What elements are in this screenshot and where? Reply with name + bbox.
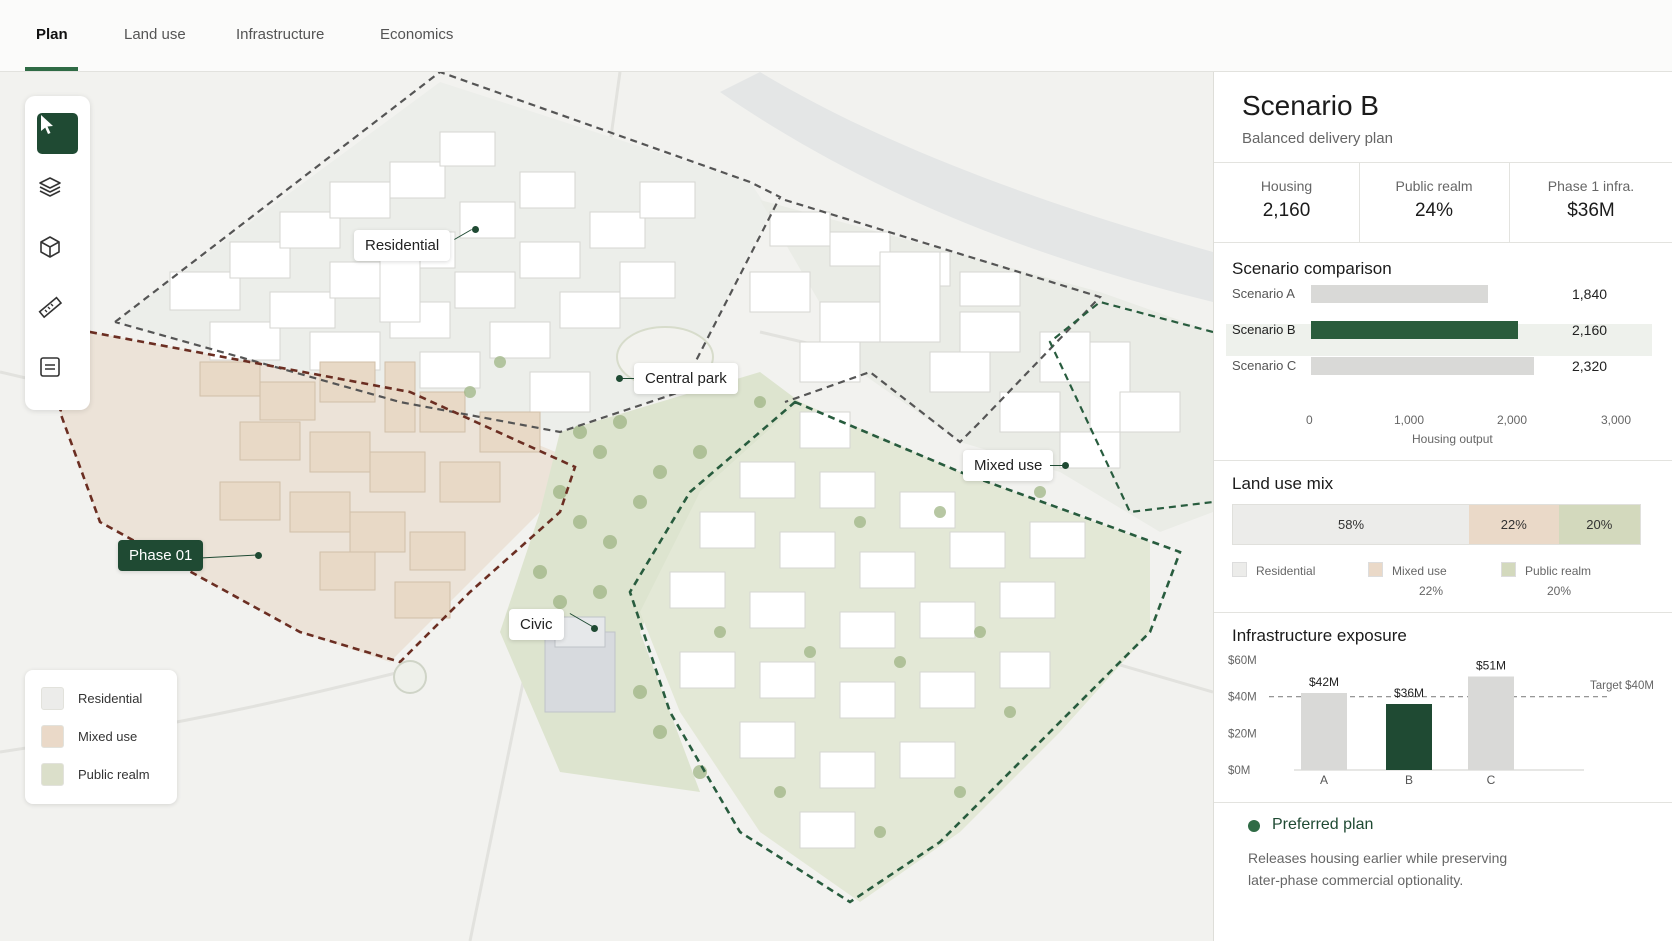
mixed-use-marker[interactable] [1062, 462, 1069, 469]
residential-swatch [1232, 562, 1247, 577]
layers-icon [39, 177, 61, 197]
land-use-segment-residential[interactable]: 58% [1233, 505, 1470, 544]
kpi-housing: Housing 2,160 [1214, 178, 1359, 222]
public-realm-swatch [41, 762, 64, 786]
comparison-row-label[interactable]: Scenario C [1232, 358, 1296, 373]
residential-label[interactable]: Residential [354, 230, 451, 261]
list-icon [40, 357, 60, 377]
infra-category-label: A [1320, 773, 1328, 787]
central-park-label[interactable]: Central park [634, 363, 738, 394]
phase-01-label[interactable]: Phase 01 [118, 540, 204, 571]
comparison-bar-b[interactable] [1311, 321, 1519, 339]
tab-infrastructure[interactable]: Infrastructure [236, 26, 324, 43]
preferred-status-dot [1248, 820, 1260, 832]
land-use-stacked-bar[interactable]: 58% 22% 20% [1232, 504, 1641, 545]
comparison-value: 1,840 [1572, 286, 1608, 302]
land-use-legend-label: Residential [1256, 564, 1316, 578]
comparison-value: 2,320 [1572, 358, 1608, 374]
axis-tick: 0 [1306, 413, 1313, 427]
kpi-label: Housing [1260, 178, 1313, 194]
preferred-plan-title: Preferred plan [1272, 816, 1374, 833]
axis-label: Housing output [1412, 432, 1493, 446]
land-use-legend-sub: 22% [1419, 584, 1444, 598]
scenario-comparison-title: Scenario comparison [1232, 259, 1392, 278]
scenario-subtitle: Balanced delivery plan [1242, 130, 1393, 147]
pointer-tool-button[interactable] [37, 113, 78, 154]
kpi-value: 2,160 [1262, 200, 1311, 221]
y-tick-label: $60M [1228, 655, 1257, 667]
legend-label: Residential [78, 690, 143, 706]
kpi-value: 24% [1414, 200, 1454, 221]
preferred-plan-text-line1: Releases housing earlier while preservin… [1248, 850, 1508, 866]
cube-icon [40, 236, 60, 258]
legend-label: Public realm [78, 766, 150, 782]
land-use-legend-sub: 20% [1547, 584, 1572, 598]
y-tick-label: $40M [1228, 692, 1257, 704]
residential-swatch [41, 686, 64, 710]
infra-bar-a[interactable] [1301, 693, 1347, 770]
measure-tool-button[interactable] [37, 294, 78, 335]
kpi-label: Public realm [1395, 178, 1473, 194]
civic-marker[interactable] [591, 625, 598, 632]
map-canvas[interactable] [0, 72, 1213, 941]
legend-item-mixed-use: Mixed use [41, 724, 137, 748]
axis-tick: 2,000 [1497, 413, 1528, 427]
top-nav: Plan Land use Infrastructure Economics [0, 0, 1672, 72]
comparison-row-label[interactable]: Scenario B [1232, 322, 1296, 337]
tab-economics[interactable]: Economics [380, 26, 453, 43]
y-tick-label: $0M [1228, 765, 1250, 777]
layers-tool-button[interactable] [37, 174, 78, 215]
infra-bar-c[interactable] [1468, 676, 1514, 771]
infrastructure-chart: $0M $20M $40M $60M $42M A $36M B $51M C [1228, 655, 1609, 787]
legend-item-public-realm: Public realm [41, 762, 150, 786]
public-realm-swatch [1501, 562, 1516, 577]
kpi-value: $36M [1567, 200, 1615, 221]
axis-tick: 3,000 [1601, 413, 1632, 427]
target-label: Target $40M [1590, 680, 1654, 692]
central-park-marker[interactable] [616, 375, 623, 382]
land-use-segment-public-realm[interactable]: 20% [1558, 505, 1640, 544]
mixed-use-swatch [1368, 562, 1383, 577]
civic-label[interactable]: Civic [509, 609, 564, 640]
land-use-segment-mixed-use[interactable]: 22% [1469, 505, 1559, 544]
map-legend: Residential Mixed use Public realm [25, 670, 177, 804]
3d-tool-button[interactable] [37, 234, 78, 275]
comparison-bar-a[interactable] [1311, 285, 1488, 303]
infrastructure-exposure-title: Infrastructure exposure [1232, 626, 1407, 645]
legend-item-residential: Residential [41, 686, 142, 710]
comparison-row-label[interactable]: Scenario A [1232, 286, 1295, 301]
tab-land-use[interactable]: Land use [124, 26, 186, 43]
map-toolbar [25, 96, 90, 410]
scenario-panel: Scenario B Balanced delivery plan Housin… [1213, 72, 1672, 941]
active-tab-indicator [25, 67, 78, 71]
notes-tool-button[interactable] [37, 354, 78, 395]
mixed-use-label[interactable]: Mixed use [963, 450, 1054, 481]
land-use-legend-label: Public realm [1525, 564, 1592, 578]
pointer-icon [41, 115, 53, 134]
phase-01-marker[interactable] [255, 552, 262, 559]
legend-label: Mixed use [78, 728, 138, 744]
residential-marker[interactable] [472, 226, 479, 233]
land-use-legend-label: Mixed use [1392, 564, 1447, 578]
y-tick-label: $20M [1228, 728, 1257, 740]
kpi-public-realm: Public realm 24% [1359, 178, 1509, 222]
axis-tick: 1,000 [1394, 413, 1425, 427]
infra-category-label: C [1487, 773, 1496, 787]
comparison-value: 2,160 [1572, 322, 1608, 338]
infra-bar-value-label: $42M [1309, 675, 1339, 689]
site-plan-map[interactable]: Residential Central park Mixed use Phase… [0, 72, 1213, 941]
tab-plan[interactable]: Plan [36, 26, 68, 43]
preferred-plan-text-line2: later-phase commercial optionality. [1248, 872, 1464, 888]
infra-bar-value-label: $36M [1394, 686, 1424, 700]
kpi-phase1-infra: Phase 1 infra. $36M [1509, 178, 1672, 222]
mixed-use-swatch [41, 724, 64, 748]
kpi-label: Phase 1 infra. [1547, 178, 1635, 194]
infra-category-label: B [1405, 773, 1413, 787]
infra-bar-b[interactable] [1386, 704, 1432, 770]
comparison-bar-c[interactable] [1311, 357, 1534, 375]
ruler-icon [38, 296, 63, 319]
infra-bar-value-label: $51M [1476, 659, 1506, 673]
land-use-mix-title: Land use mix [1232, 474, 1334, 493]
scenario-title: Scenario B [1242, 90, 1379, 121]
